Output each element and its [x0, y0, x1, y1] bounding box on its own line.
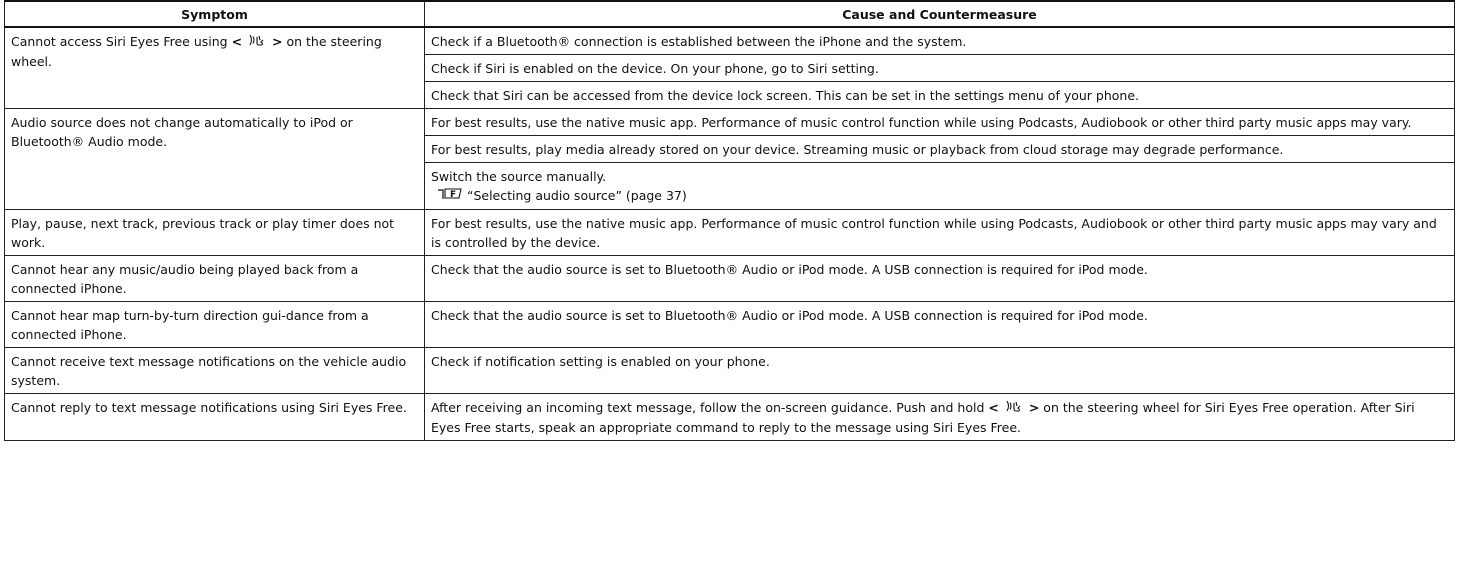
symptom-cell: Cannot access Siri Eyes Free using < > o… [4, 26, 425, 109]
cause-cell: Check that the audio source is set to Bl… [424, 255, 1455, 302]
header-cause: Cause and Countermeasure [424, 0, 1455, 28]
cause-cell: Check if Siri is enabled on the device. … [424, 54, 1455, 82]
cause-cell: Check if notification setting is enabled… [424, 347, 1455, 394]
cause-cell: After receiving an incoming text message… [424, 393, 1455, 441]
symptom-cell: Cannot hear any music/audio being played… [4, 255, 425, 302]
cause-cell: Check that the audio source is set to Bl… [424, 301, 1455, 348]
voice-command-icon [1003, 399, 1025, 418]
cause-cell: Switch the source manually. F “Selecting… [424, 162, 1455, 210]
page-reference[interactable]: F “Selecting audio source” (page 37) [431, 186, 1448, 206]
bracket-open: < [988, 400, 999, 415]
bracket-open: < [231, 34, 243, 49]
symptom-cell: Cannot reply to text message notificatio… [4, 393, 425, 441]
bracket-close: > [272, 34, 283, 49]
table-row: Audio source does not change automatical… [4, 108, 1455, 210]
symptom-cell: Audio source does not change automatical… [4, 108, 425, 210]
table-row: Cannot access Siri Eyes Free using < > o… [4, 26, 1455, 109]
header-symptom: Symptom [4, 0, 425, 28]
svg-text:F: F [450, 190, 456, 200]
voice-command-icon [246, 33, 268, 52]
cause-cell: For best results, play media already sto… [424, 135, 1455, 163]
table-row: Cannot receive text message notification… [4, 347, 1455, 394]
table-row: Cannot hear any music/audio being played… [4, 255, 1455, 302]
symptom-cell: Cannot receive text message notification… [4, 347, 425, 394]
cause-cell: Check if a Bluetooth® connection is esta… [424, 26, 1455, 55]
table-row: Play, pause, next track, previous track … [4, 209, 1455, 256]
reference-text: “Selecting audio source” (page 37) [466, 188, 687, 203]
cause-cell: For best results, use the native music a… [424, 108, 1455, 136]
cause-text: Switch the source manually. [431, 169, 607, 184]
symptom-cell: Cannot hear map turn-by-turn direction g… [4, 301, 425, 348]
table-header-row: Symptom Cause and Countermeasure [4, 0, 1455, 28]
symptom-text: Cannot access Siri Eyes Free using [11, 34, 232, 49]
table-row: Cannot hear map turn-by-turn direction g… [4, 301, 1455, 348]
cause-cell: Check that Siri can be accessed from the… [424, 81, 1455, 109]
symptom-cell: Play, pause, next track, previous track … [4, 209, 425, 256]
cause-cell: For best results, use the native music a… [424, 209, 1455, 256]
cause-text: After receiving an incoming text message… [431, 400, 989, 415]
troubleshooting-table: Symptom Cause and Countermeasure Cannot … [4, 0, 1455, 441]
page-reference-icon: F [437, 187, 463, 206]
table-row: Cannot reply to text message notificatio… [4, 393, 1455, 441]
bracket-close: > [1028, 400, 1040, 415]
